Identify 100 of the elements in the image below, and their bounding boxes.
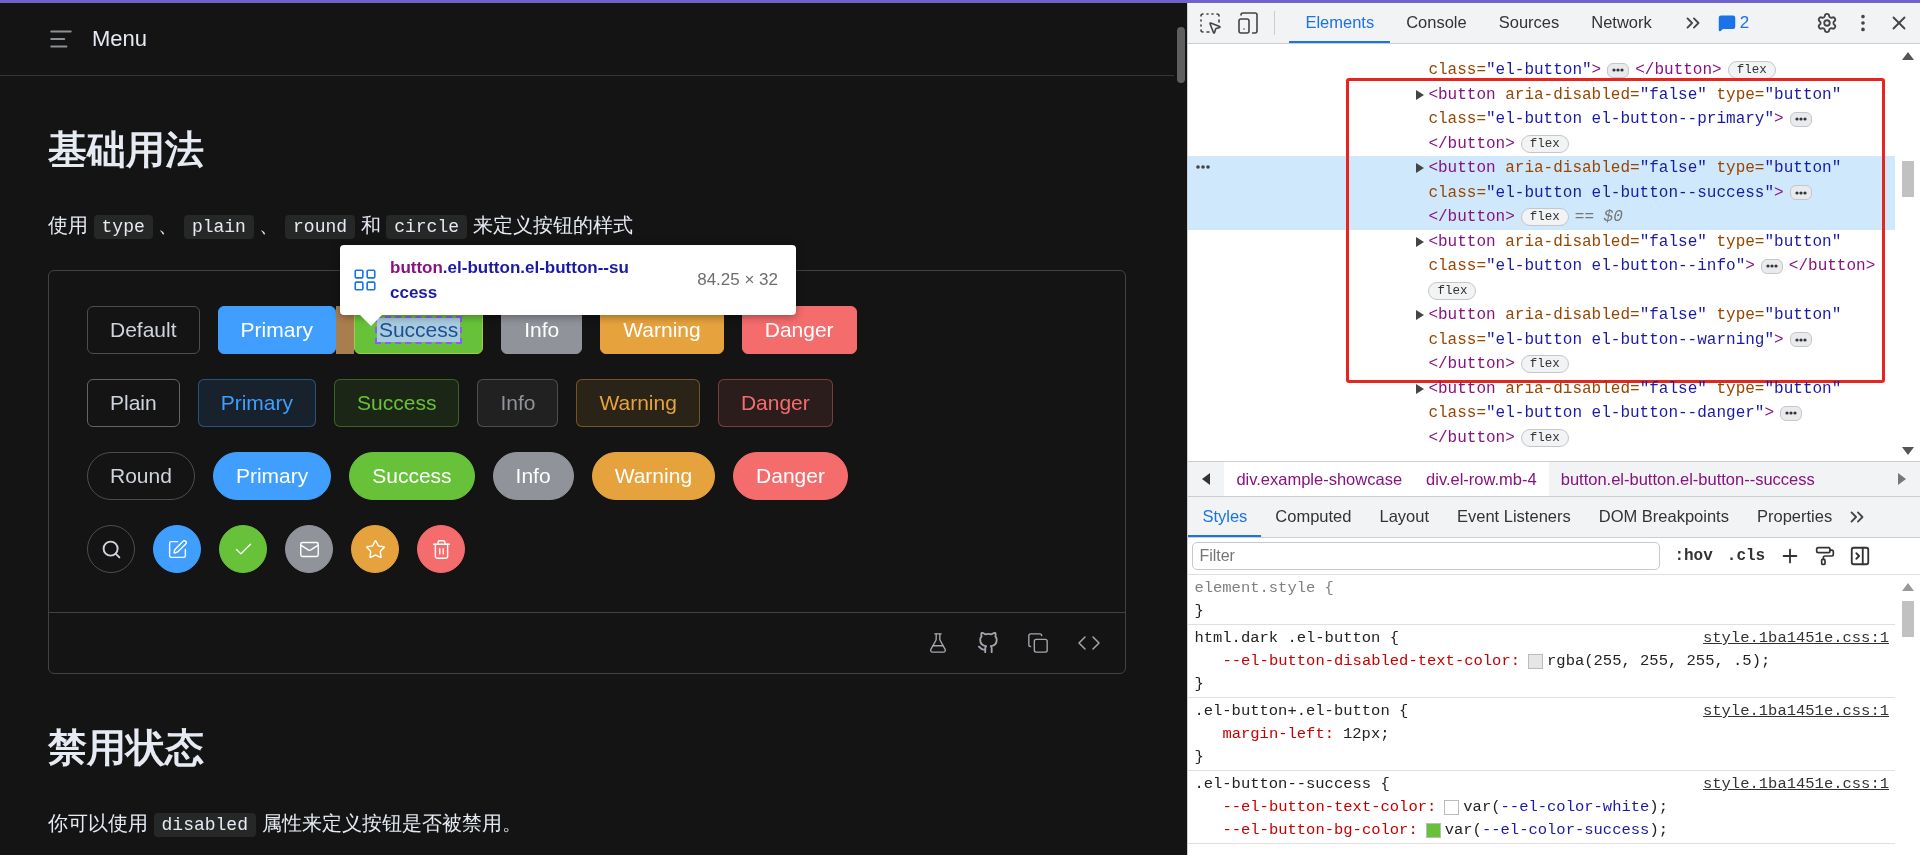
flex-badge[interactable]: flex xyxy=(1428,281,1477,300)
icon-button[interactable] xyxy=(219,525,267,573)
panel-tab[interactable]: Properties xyxy=(1742,497,1847,537)
section-heading: 基础用法 xyxy=(48,127,205,173)
copy-icon[interactable] xyxy=(1027,632,1050,654)
code-line: </button> xyxy=(1428,207,1515,228)
filter-field[interactable]: Filter xyxy=(1192,542,1661,570)
ellipsis-icon[interactable] xyxy=(1780,405,1803,421)
section-heading: 禁用状态 xyxy=(48,725,205,771)
button[interactable]: Default xyxy=(87,306,200,354)
dom-node[interactable]: class="el-button"> </button> flex xyxy=(1188,58,1895,83)
expand-arrow-icon[interactable] xyxy=(1416,310,1425,320)
github-icon[interactable] xyxy=(977,632,1000,654)
sidebar-icon[interactable] xyxy=(1849,545,1872,567)
brace: } xyxy=(1194,674,1204,695)
settings-icon[interactable] xyxy=(1816,12,1838,34)
toggle-link[interactable]: :hov xyxy=(1674,547,1713,565)
css-selector: .el-button+.el-button { xyxy=(1194,701,1409,722)
dom-node[interactable]: <button aria-disabled="false" type="button" class="el-button el-button--danger"> </button> flex xyxy=(1188,376,1895,450)
panel-tab[interactable]: Layout xyxy=(1365,497,1443,537)
icon-button[interactable] xyxy=(153,525,201,573)
dom-node[interactable]: <button aria-disabled="false" type="button" class="el-button el-button--warning"> </button> flex xyxy=(1188,303,1895,377)
menu-label[interactable]: Menu xyxy=(92,26,148,52)
source-link[interactable]: style.1ba1451e.css:1 xyxy=(1702,627,1889,650)
color-swatch[interactable] xyxy=(1528,654,1544,669)
expand-arrow-icon[interactable] xyxy=(1416,163,1425,173)
button[interactable]: Plain xyxy=(87,379,180,427)
paint-roller-icon[interactable] xyxy=(1815,546,1836,566)
expand-arrow-icon[interactable] xyxy=(1416,383,1425,394)
section-description: 使用 type 、 plain 、 round 和 circle 来定义按钮的样式 xyxy=(48,213,634,241)
expand-arrow-icon[interactable] xyxy=(1416,236,1425,247)
scroll-up-icon[interactable] xyxy=(1901,52,1914,60)
ellipsis-icon[interactable] xyxy=(1760,258,1783,274)
dom-node[interactable]: <button aria-disabled="false" type="button" class="el-button el-button--primary"> </button> flex xyxy=(1188,82,1895,156)
css-value: var(--el-color-success); xyxy=(1444,820,1668,841)
button[interactable]: Danger xyxy=(717,379,833,427)
devtools-tab[interactable]: Network xyxy=(1575,3,1668,43)
button[interactable]: Warning xyxy=(576,379,700,427)
css-selector: element.style { xyxy=(1194,578,1334,599)
code-line: <button aria-disabled="false" type="button" xyxy=(1428,378,1842,400)
color-swatch[interactable] xyxy=(1425,823,1441,838)
panel-tab[interactable]: DOM Breakpoints xyxy=(1584,497,1743,537)
breadcrumb[interactable]: div.el-row.mb-4 xyxy=(1414,462,1549,496)
tooltip-selector: button.el-button.el-button--su ccess xyxy=(390,257,630,304)
code-line: </button> xyxy=(1428,133,1515,155)
selected-marker: == $0 xyxy=(1574,207,1623,228)
code-line: </button> xyxy=(1635,60,1722,81)
panel-tab[interactable]: Event Listeners xyxy=(1443,497,1585,537)
flex-badge[interactable]: flex xyxy=(1520,355,1569,374)
scroll-down-icon[interactable] xyxy=(1901,447,1914,455)
scroll-left-icon[interactable] xyxy=(1202,473,1211,485)
ellipsis-icon[interactable] xyxy=(1789,111,1812,127)
panel-tab[interactable]: Computed xyxy=(1261,497,1366,537)
edit-icon xyxy=(166,538,188,560)
flex-badge[interactable]: flex xyxy=(1520,208,1569,227)
code-line: <button aria-disabled="false" type="button" xyxy=(1428,158,1842,179)
toggle-link[interactable]: .cls xyxy=(1726,547,1766,565)
css-property: --el-button-bg-color: xyxy=(1222,820,1418,841)
expand-arrow-icon[interactable] xyxy=(1416,89,1425,100)
button[interactable]: Primary xyxy=(197,379,317,427)
icon-button[interactable] xyxy=(351,525,399,573)
scrollbar-thumb[interactable] xyxy=(1176,27,1185,83)
brace: } xyxy=(1194,747,1204,768)
ellipsis-icon[interactable] xyxy=(1789,185,1812,201)
scrollbar-thumb[interactable] xyxy=(1901,160,1914,197)
devtools-tab[interactable]: Sources xyxy=(1482,3,1576,43)
source-link[interactable]: style.1ba1451e.css:1 xyxy=(1702,773,1889,796)
dom-node[interactable]: <button aria-disabled="false" type="button" class="el-button el-button--success"> </button> flex == $0 xyxy=(1188,156,1895,230)
button[interactable]: Info xyxy=(477,379,559,427)
dom-node[interactable]: <button aria-disabled="false" type="button" class="el-button el-button--info"> </button> flex xyxy=(1188,229,1895,303)
code-line: </button> xyxy=(1788,256,1876,277)
devtools-tab[interactable]: Elements xyxy=(1289,3,1391,43)
flex-badge[interactable]: flex xyxy=(1727,61,1776,80)
flex-badge[interactable]: flex xyxy=(1520,428,1569,447)
breadcrumb[interactable]: div.example-showcase xyxy=(1224,462,1415,496)
code-line: class="el-button el-button--danger"> xyxy=(1428,403,1775,424)
ellipsis-icon[interactable] xyxy=(1789,332,1812,348)
grid-icon xyxy=(352,267,378,293)
star-icon xyxy=(364,538,386,560)
code-line: class="el-button el-button--primary"> xyxy=(1428,109,1784,130)
code-line: </button> xyxy=(1428,354,1515,375)
icon-button[interactable] xyxy=(285,525,333,573)
device-icon[interactable] xyxy=(1236,11,1261,35)
scrollbar-thumb[interactable] xyxy=(1901,601,1914,637)
inspect-icon[interactable] xyxy=(1198,11,1223,35)
css-selector: .el-button--success { xyxy=(1194,774,1390,795)
source-link[interactable]: style.1ba1451e.css:1 xyxy=(1702,700,1889,723)
scroll-right-icon[interactable] xyxy=(1898,473,1906,485)
color-swatch[interactable] xyxy=(1444,800,1460,815)
code-line: class="el-button el-button--success"> xyxy=(1428,182,1784,204)
devtools-tab[interactable]: Console xyxy=(1390,3,1483,43)
button[interactable]: Success xyxy=(334,379,460,427)
icon-button[interactable] xyxy=(417,525,465,573)
code-line: <button aria-disabled="false" type="button" xyxy=(1428,231,1842,253)
code-line: <button aria-disabled="false" type="button" xyxy=(1428,305,1842,326)
ellipsis-icon[interactable] xyxy=(1607,62,1630,78)
panel-tab[interactable]: Styles xyxy=(1188,497,1262,537)
css-property: --el-button-disabled-text-color: xyxy=(1222,651,1521,672)
issues-counter[interactable]: 2 xyxy=(1717,13,1750,33)
flex-badge[interactable]: flex xyxy=(1520,134,1569,153)
